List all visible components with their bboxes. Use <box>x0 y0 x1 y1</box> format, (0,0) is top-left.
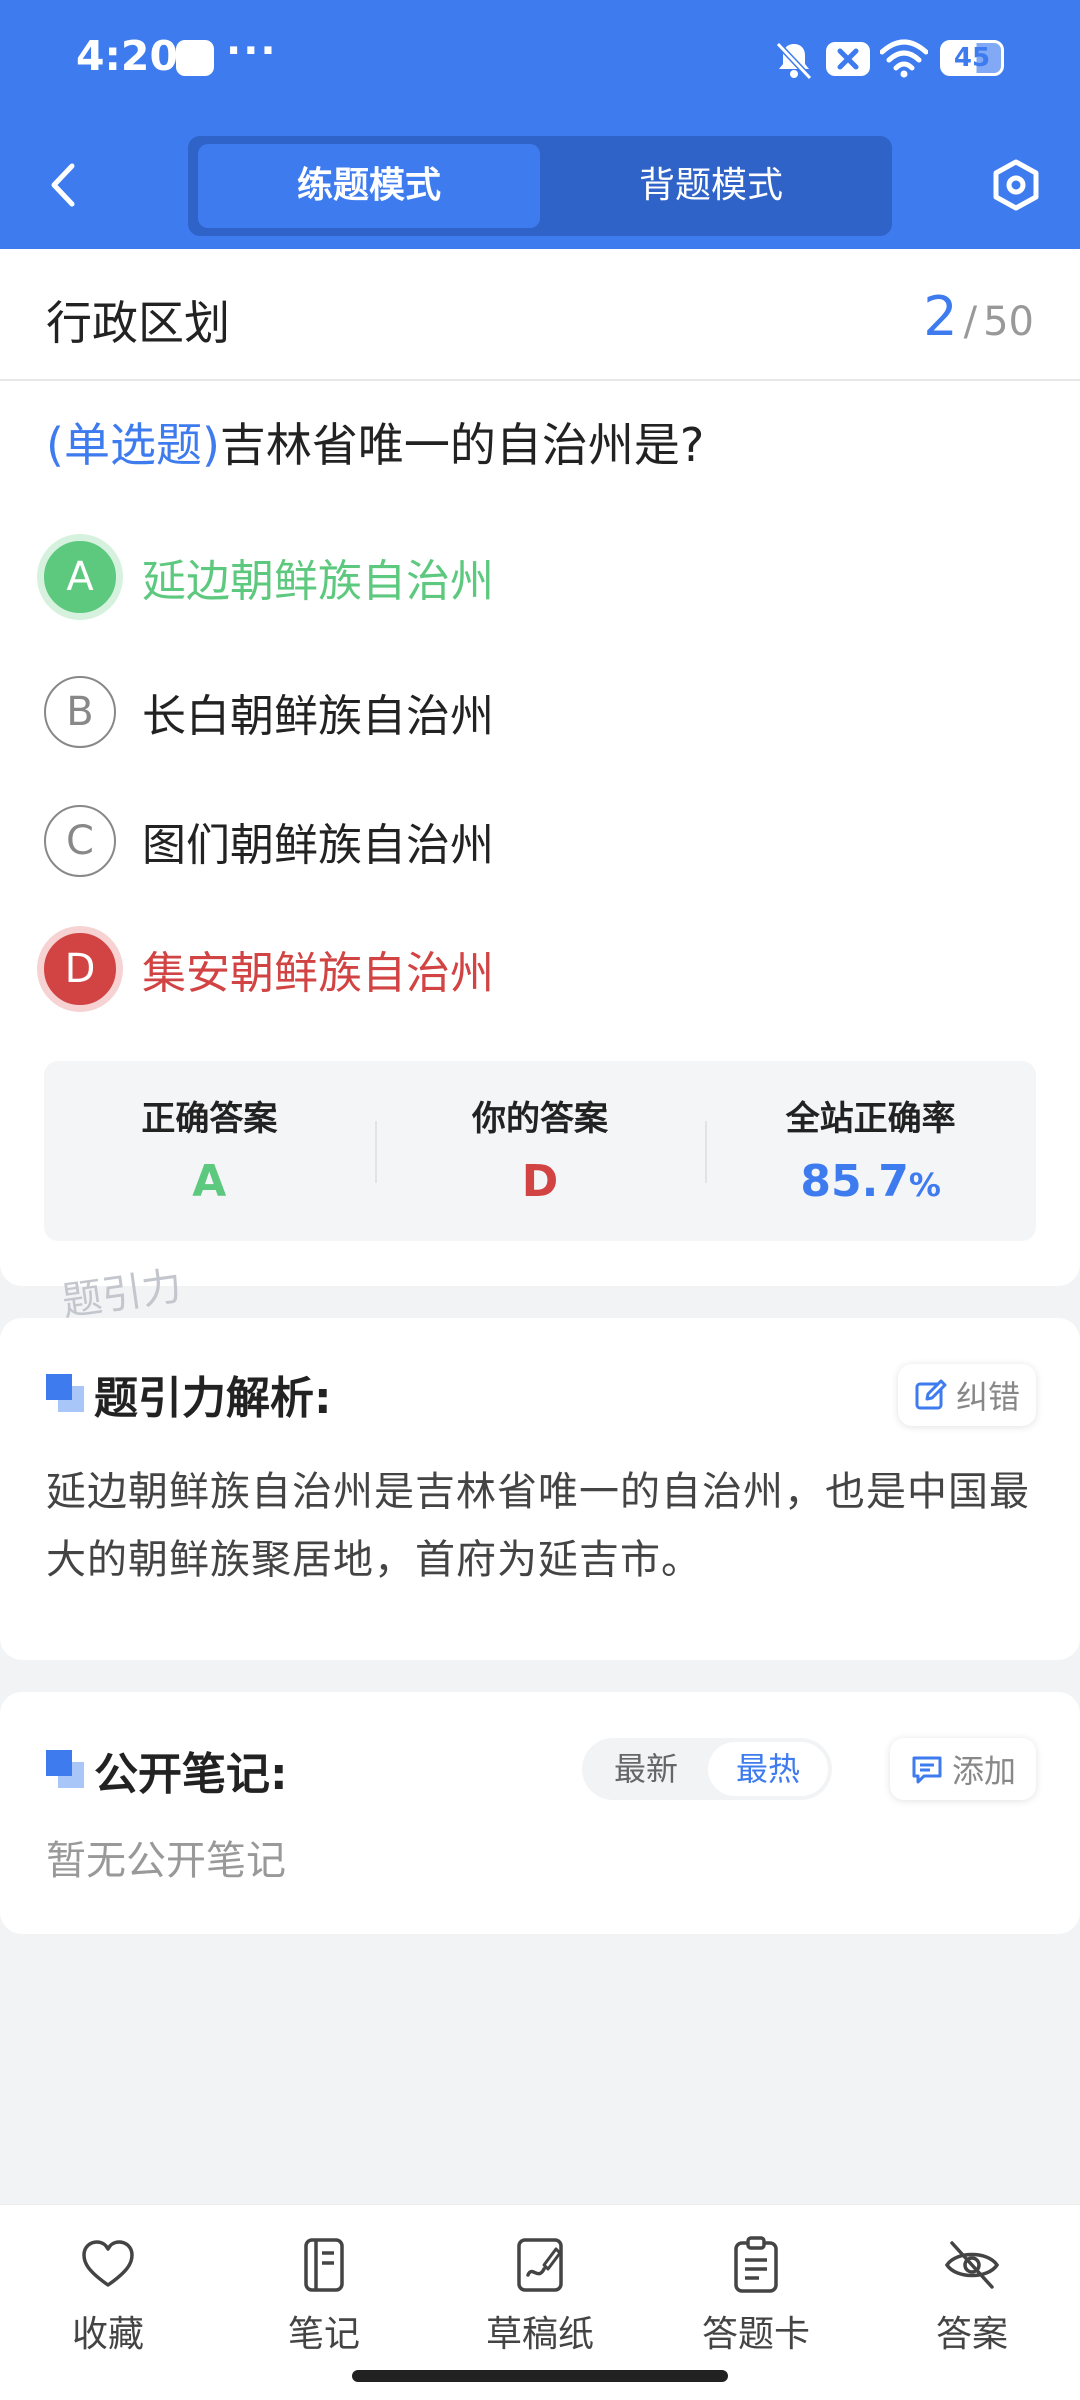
nav-favorite[interactable]: 收藏 <box>8 2225 208 2375</box>
question-text: 吉林省唯一的自治州是? <box>219 418 705 472</box>
status-bar: 4:20 ··· 45 <box>0 0 1080 120</box>
option-letter: B <box>44 676 116 748</box>
nav-notes-label: 笔记 <box>287 2314 360 2355</box>
accuracy-unit: % <box>908 1166 941 1204</box>
add-note-button[interactable]: 添加 <box>890 1738 1036 1800</box>
option-text: 图们朝鲜族自治州 <box>142 820 494 871</box>
notes-sort-toggle: 最新 最热 <box>582 1738 832 1800</box>
option-c[interactable]: C 图们朝鲜族自治州 <box>44 801 1034 881</box>
option-letter: C <box>44 805 116 877</box>
eye-off-icon <box>944 2241 1000 2289</box>
correct-answer-value: A <box>192 1156 227 1207</box>
question-card: 行政区划 2 / 50 (单选题)吉林省唯一的自治州是? A 延边朝鲜族自治州 … <box>0 249 1080 1286</box>
nav-draft-label: 草稿纸 <box>485 2314 594 2355</box>
option-text: 延边朝鲜族自治州 <box>142 556 494 607</box>
nav-answer-sheet[interactable]: 答题卡 <box>656 2225 856 2375</box>
more-notifications-icon: ··· <box>226 28 278 74</box>
question-progress: 2 / 50 <box>923 285 1034 348</box>
your-answer-value: D <box>521 1156 559 1207</box>
nav-answer[interactable]: 答案 <box>872 2225 1072 2375</box>
nav-answer-label: 答案 <box>935 2314 1008 2355</box>
your-answer-label: 你的答案 <box>472 1099 608 1139</box>
nav-draft[interactable]: 草稿纸 <box>440 2225 640 2375</box>
accuracy-value: 85.7% <box>705 1156 1036 1207</box>
comment-icon <box>912 1756 942 1784</box>
edit-icon <box>915 1379 947 1410</box>
option-text: 集安朝鲜族自治州 <box>142 948 494 999</box>
option-text: 长白朝鲜族自治州 <box>142 691 494 742</box>
option-a[interactable]: A 延边朝鲜族自治州 <box>44 537 1034 617</box>
home-indicator[interactable] <box>352 2370 728 2382</box>
report-error-button[interactable]: 纠错 <box>898 1364 1036 1426</box>
notes-empty-state: 暂无公开笔记 <box>46 1838 286 1884</box>
answer-summary: 正确答案 A 你的答案 D 全站正确率 85.7% <box>44 1061 1036 1241</box>
option-letter: A <box>44 541 116 613</box>
option-d[interactable]: D 集安朝鲜族自治州 <box>44 929 1034 1009</box>
back-arrow-icon[interactable] <box>44 160 84 210</box>
notes-title: 公开笔记: <box>94 1749 288 1800</box>
correct-answer-column: 正确答案 A <box>44 1061 375 1241</box>
your-answer-column: 你的答案 D <box>374 1061 706 1241</box>
accuracy-number: 85.7 <box>800 1156 909 1207</box>
header: 4:20 ··· 45 练题模式 背题模式 <box>0 0 1080 249</box>
report-error-label: 纠错 <box>955 1378 1020 1416</box>
analysis-card: 题引力解析: 纠错 延边朝鲜族自治州是吉林省唯一的自治州，也是中国最大的朝鲜族聚… <box>0 1318 1080 1660</box>
accuracy-column: 全站正确率 85.7% <box>705 1061 1036 1241</box>
wechat-icon <box>176 40 214 76</box>
settings-icon[interactable] <box>990 158 1042 212</box>
tab-practice-mode[interactable]: 练题模式 <box>198 144 540 228</box>
accuracy-label: 全站正确率 <box>785 1099 956 1139</box>
nav-answer-sheet-label: 答题卡 <box>701 2314 810 2355</box>
question-stem: (单选题)吉林省唯一的自治州是? <box>46 409 704 475</box>
section-square-icon <box>46 1374 86 1414</box>
heart-icon <box>82 2240 134 2287</box>
close-notification-icon <box>826 42 870 76</box>
correct-answer-label: 正确答案 <box>141 1099 278 1139</box>
bell-off-icon <box>775 41 813 81</box>
progress-current: 2 <box>923 285 958 348</box>
mode-toggle: 练题模式 背题模式 <box>188 136 892 236</box>
nav-favorite-label: 收藏 <box>71 2314 144 2355</box>
progress-total: 50 <box>983 299 1034 345</box>
sort-hot-tab[interactable]: 最热 <box>708 1742 828 1796</box>
question-type: (单选题) <box>46 418 220 472</box>
divider <box>0 379 1080 381</box>
option-letter: D <box>44 933 116 1005</box>
notes-card: 公开笔记: 最新 最热 添加 暂无公开笔记 <box>0 1692 1080 1934</box>
nav-notes[interactable]: 笔记 <box>224 2225 424 2375</box>
section-square-icon <box>46 1750 86 1790</box>
notebook-icon <box>304 2238 344 2292</box>
sort-latest-tab[interactable]: 最新 <box>586 1742 706 1796</box>
option-b[interactable]: B 长白朝鲜族自治州 <box>44 672 1034 752</box>
analysis-title: 题引力解析: <box>94 1373 332 1424</box>
tab-memorize-mode[interactable]: 背题模式 <box>540 144 882 228</box>
section-title: 行政区划 <box>46 296 230 350</box>
draft-icon <box>517 2238 563 2292</box>
status-time: 4:20 <box>76 32 178 80</box>
wifi-icon <box>880 39 928 78</box>
analysis-text: 延边朝鲜族自治州是吉林省唯一的自治州，也是中国最大的朝鲜族聚居地，首府为延吉市。 <box>46 1469 1030 1583</box>
answer-sheet-icon <box>734 2236 778 2293</box>
battery-indicator: 45 <box>940 40 1004 76</box>
progress-separator: / <box>963 299 978 345</box>
add-note-label: 添加 <box>951 1752 1016 1790</box>
